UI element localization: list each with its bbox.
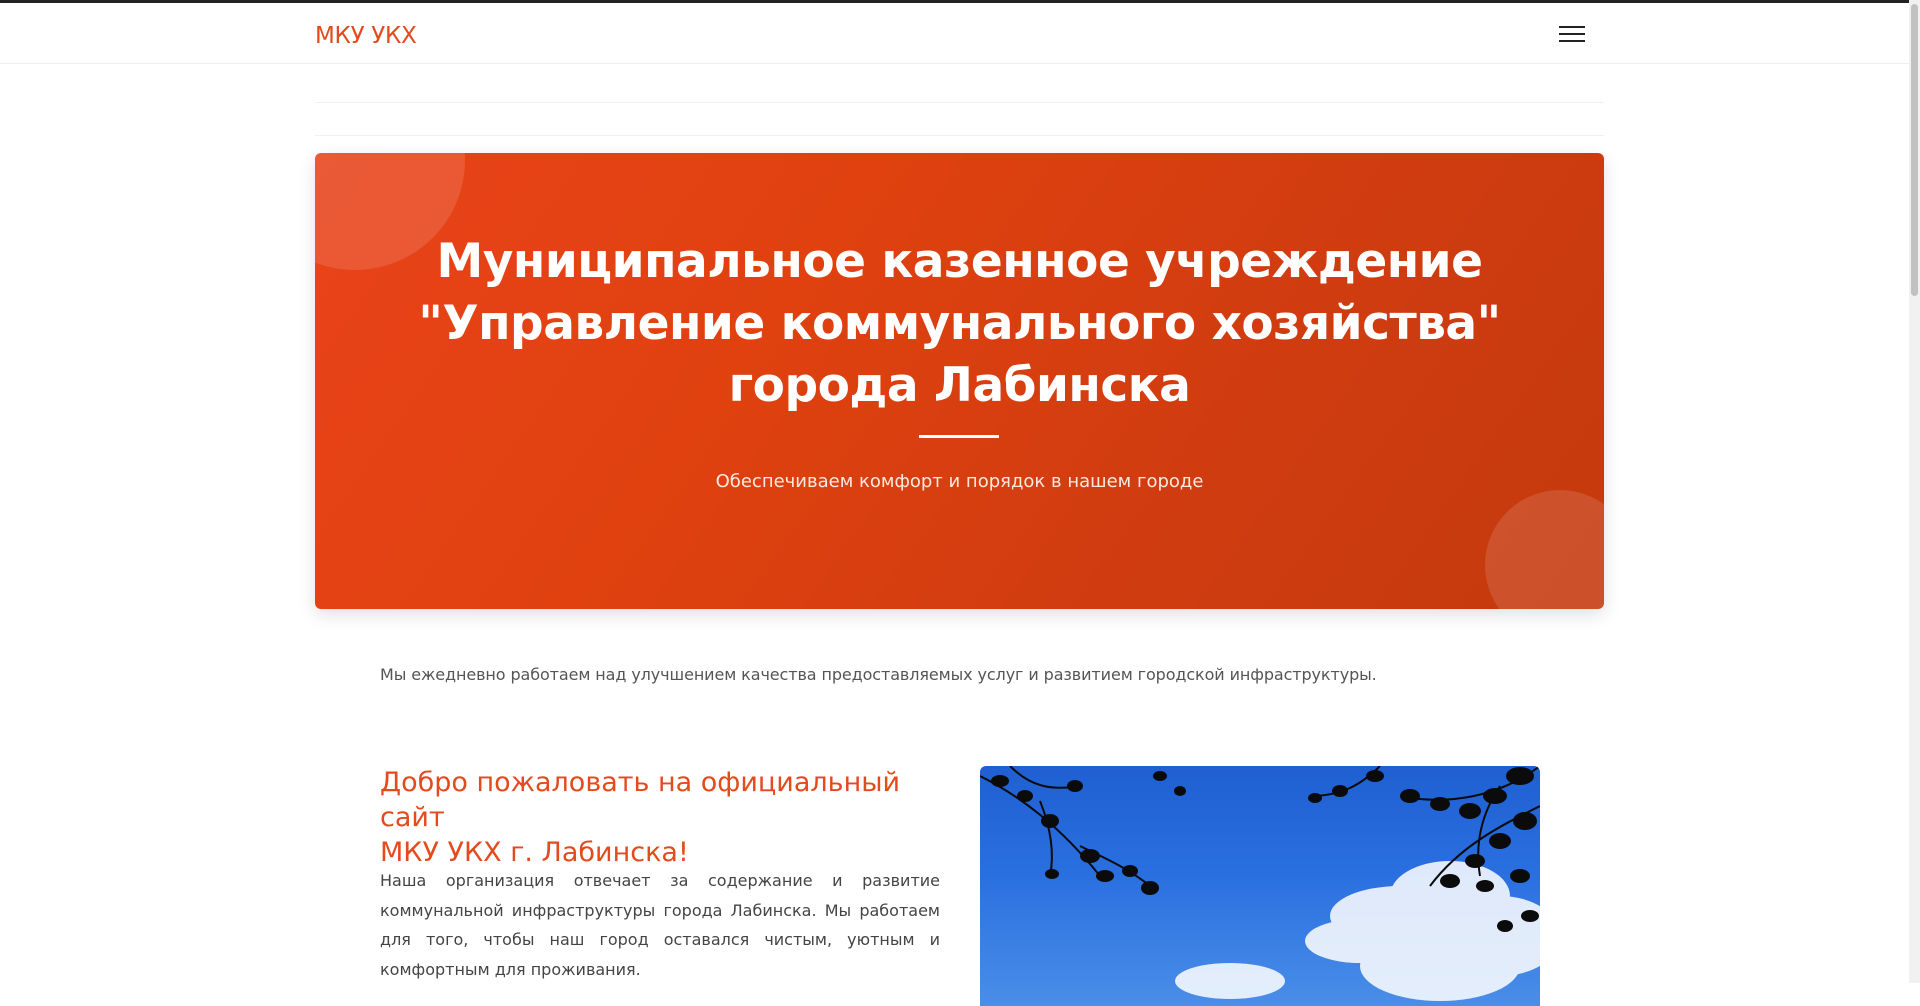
scrollbar-thumb[interactable] [1911,4,1918,296]
hero-banner: Муниципальное казенное учреждение "Управ… [315,153,1604,609]
welcome-heading: Добро пожаловать на официальный сайт МКУ… [380,765,940,870]
navbar: МКУ УКХ [0,3,1920,64]
welcome-body-text: Наша организация отвечает за содержание … [380,871,940,979]
welcome-heading-line: МКУ УКХ г. Лабинска! [380,837,689,868]
hero-title-line: "Управление коммунального хозяйства" [418,296,1501,351]
intro-text: Мы ежедневно работаем над улучшением кач… [380,665,1377,684]
decorative-circle [1485,490,1604,609]
brand-logo-link[interactable]: МКУ УКХ [315,23,417,49]
menu-bar [1559,26,1585,28]
divider [315,135,1604,136]
hero-title-line: Муниципальное казенное учреждение [436,234,1483,289]
divider [315,102,1604,103]
hero-divider [919,435,999,438]
menu-bar [1559,40,1585,42]
hamburger-menu-icon[interactable] [1559,25,1585,45]
hero-subtitle: Обеспечиваем комфорт и порядок в нашем г… [715,471,1204,492]
welcome-heading-line: Добро пожаловать на официальный сайт [380,767,901,833]
city-photo [980,766,1540,1006]
menu-bar [1559,33,1585,35]
hero-title: Муниципальное казенное учреждение "Управ… [315,231,1604,417]
hero-title-line: города Лабинска [728,358,1191,413]
tree-branches-illustration [980,766,1540,1001]
